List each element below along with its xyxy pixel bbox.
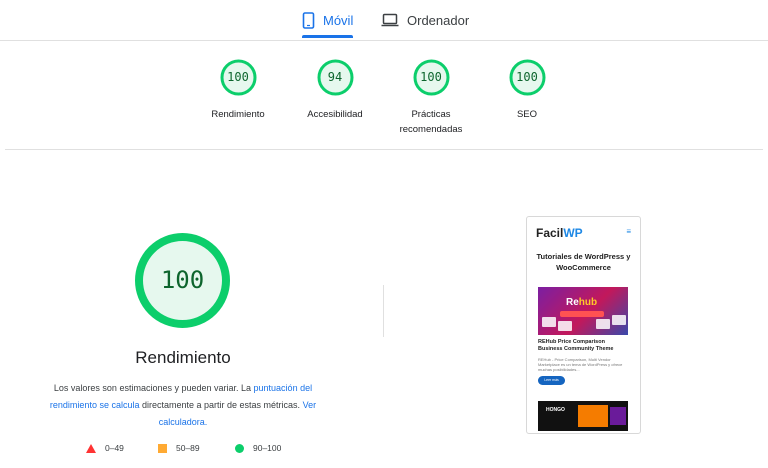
- read-more-button: Leer más: [538, 376, 565, 385]
- performance-gauge: 100: [134, 232, 231, 329]
- performance-description: Los valores son estimaciones y pueden va…: [30, 380, 336, 431]
- image-block: [610, 407, 626, 425]
- description-text: directamente a partir de estas métricas.: [139, 400, 303, 410]
- active-tab-indicator: [302, 35, 353, 38]
- performance-score: 100: [160, 266, 205, 294]
- category-best-practices[interactable]: 100 Prácticas recomendadas: [381, 59, 481, 137]
- device-tabs: Móvil Ordenador: [0, 0, 768, 41]
- rehub-logo: Rehub: [566, 297, 598, 308]
- site-logo: FacilWP: [536, 226, 583, 240]
- hero-card: [596, 319, 610, 329]
- hero-card: [558, 321, 572, 331]
- orange-square-icon: [158, 443, 167, 453]
- hongo-logo: HONGO: [546, 407, 565, 413]
- tab-mobile[interactable]: Móvil: [302, 0, 353, 40]
- vertical-separator: [383, 285, 384, 337]
- legend-pass: 90–100: [235, 443, 281, 453]
- green-circle-icon: [235, 443, 244, 453]
- laptop-icon: [381, 13, 399, 27]
- tab-desktop-label: Ordenador: [407, 12, 470, 28]
- category-label: Rendimiento: [211, 109, 265, 120]
- hero-card: [612, 315, 626, 325]
- featured-image: Rehub: [538, 287, 628, 335]
- tab-desktop[interactable]: Ordenador: [381, 0, 469, 40]
- hero-card: [542, 317, 556, 327]
- red-triangle-icon: [86, 443, 96, 453]
- score-gauge: 100: [509, 59, 546, 96]
- legend-fail-range: 0–49: [105, 443, 124, 453]
- post-title: REHub Price Comparison Business Communit…: [538, 339, 614, 352]
- score-value: 94: [327, 70, 343, 84]
- category-label: SEO: [516, 109, 538, 120]
- category-seo[interactable]: 100 SEO: [477, 59, 577, 122]
- hamburger-menu-icon: ≡: [626, 227, 631, 236]
- image-block: [578, 405, 608, 427]
- legend-pass-range: 90–100: [253, 443, 282, 453]
- category-label: Prácticas recomendadas: [399, 109, 463, 135]
- legend-average-range: 50–89: [176, 443, 200, 453]
- final-screenshot-preview[interactable]: FacilWP ≡ Tutoriales de WordPress y WooC…: [526, 216, 641, 434]
- category-scores: 100 Rendimiento 94 Accesibilidad 100 Prá…: [0, 59, 768, 149]
- category-label: Accesibilidad: [307, 109, 363, 120]
- score-value: 100: [420, 70, 442, 84]
- score-gauge: 94: [317, 59, 354, 96]
- site-tagline: Tutoriales de WordPress y WooCommerce: [536, 252, 631, 272]
- score-value: 100: [516, 70, 538, 84]
- legend-average: 50–89: [158, 443, 200, 453]
- legend-fail: 0–49: [86, 443, 124, 453]
- score-gauge: 100: [413, 59, 450, 96]
- tab-mobile-label: Móvil: [323, 12, 354, 28]
- score-value: 100: [227, 70, 249, 84]
- category-accessibility[interactable]: 94 Accesibilidad: [285, 59, 385, 122]
- category-performance[interactable]: 100 Rendimiento: [188, 59, 288, 122]
- description-text: Los valores son estimaciones y pueden va…: [53, 383, 254, 393]
- hero-banner: [560, 311, 604, 317]
- post-excerpt: REHub - Price Comparison, Multi Vendor M…: [538, 357, 623, 372]
- performance-title: Rendimiento: [135, 348, 231, 367]
- smartphone-icon: [302, 11, 315, 29]
- second-featured-image: HONGO: [538, 401, 628, 431]
- section-divider: [5, 149, 763, 150]
- score-gauge: 100: [220, 59, 257, 96]
